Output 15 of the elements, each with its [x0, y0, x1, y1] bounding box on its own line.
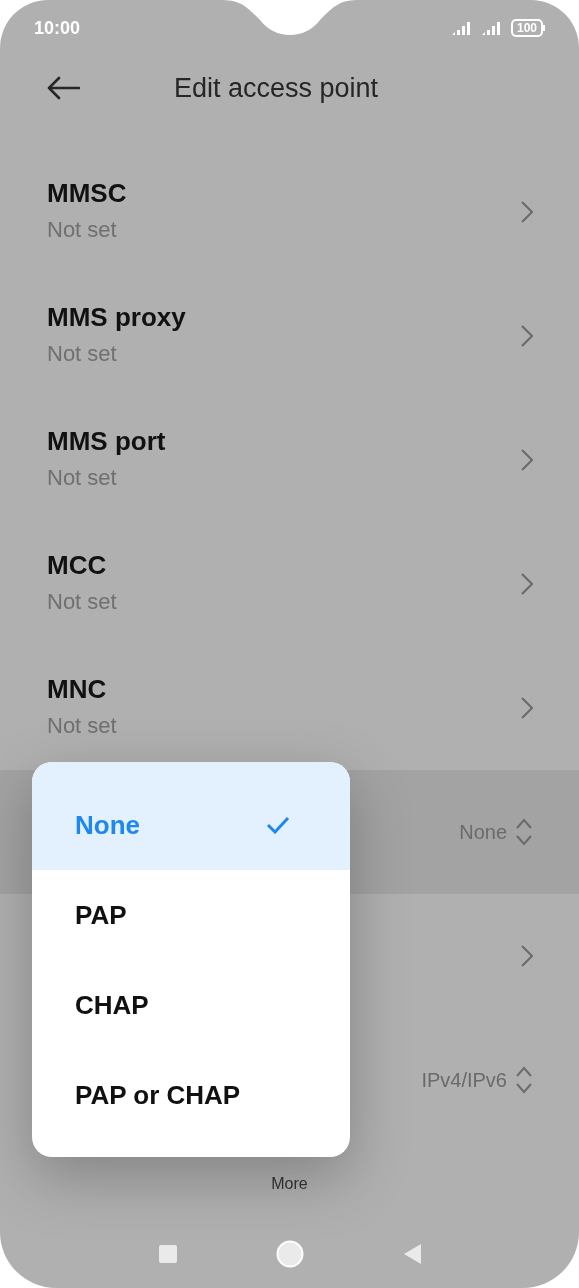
row-title: MNC: [47, 673, 108, 706]
row-title: MMS port: [47, 425, 167, 458]
row-value: Not set: [47, 216, 118, 245]
row-value: Not set: [47, 588, 118, 617]
page-title: Edit access point: [174, 71, 379, 105]
battery-icon: 100: [510, 19, 545, 37]
row-title: MMSC: [47, 177, 128, 210]
selected-value: IPv4/IPv6: [421, 1068, 507, 1093]
status-time: 10:00: [34, 16, 81, 40]
row-title: MMS proxy: [47, 301, 187, 334]
row-value: Not set: [47, 340, 118, 369]
row-value: Not set: [47, 712, 118, 741]
selected-value: None: [459, 820, 507, 845]
row-value: Not set: [47, 464, 118, 493]
row-title: MCC: [47, 549, 108, 582]
